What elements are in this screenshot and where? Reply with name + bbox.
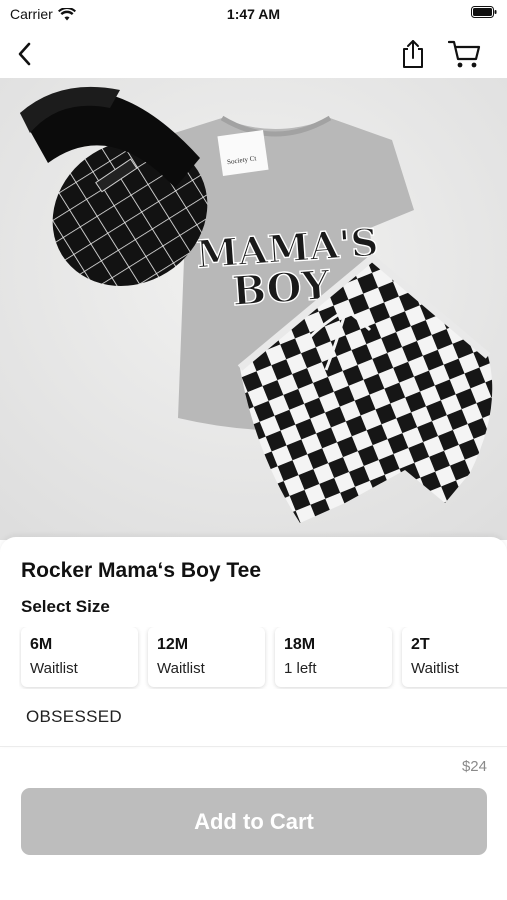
size-options: 6M Waitlist 12M Waitlist 18M 1 left 2T W… [19,627,507,689]
share-icon [403,40,423,68]
status-time: 1:47 AM [226,6,281,22]
size-option-2t[interactable]: 2T Waitlist [402,627,507,687]
product-details-sheet: Rocker Mama‘s Boy Tee Select Size 6M Wai… [0,537,507,747]
share-button[interactable] [393,34,433,74]
cart-icon [448,40,481,68]
select-size-heading: Select Size [21,597,110,616]
navigation-bar [0,28,507,78]
brand-name: OBSESSED [26,707,122,726]
product-photo-illustration: Society Ct MAMA'S BOY [0,78,507,540]
product-title: Rocker Mama‘s Boy Tee [21,559,262,582]
add-to-cart-button[interactable]: Add to Cart [21,788,487,855]
size-option-12m[interactable]: 12M Waitlist [148,627,265,687]
chevron-left-icon [18,42,31,66]
size-label: 2T [411,636,430,653]
size-availability: 1 left [284,660,317,677]
size-availability: Waitlist [157,660,205,677]
size-option-18m[interactable]: 18M 1 left [275,627,392,687]
footer-divider [0,746,507,747]
back-button[interactable] [4,34,44,74]
size-label: 12M [157,636,189,653]
price-label: $24 [461,758,487,775]
battery-icon [471,6,497,18]
size-availability: Waitlist [30,660,78,677]
status-bar: Carrier 1:47 AM [0,0,507,28]
cart-button[interactable] [445,34,485,74]
size-option-6m[interactable]: 6M Waitlist [21,627,138,687]
product-image: Society Ct MAMA'S BOY [0,78,507,540]
size-label: 18M [284,636,316,653]
size-label: 6M [30,636,53,653]
size-availability: Waitlist [411,660,459,677]
